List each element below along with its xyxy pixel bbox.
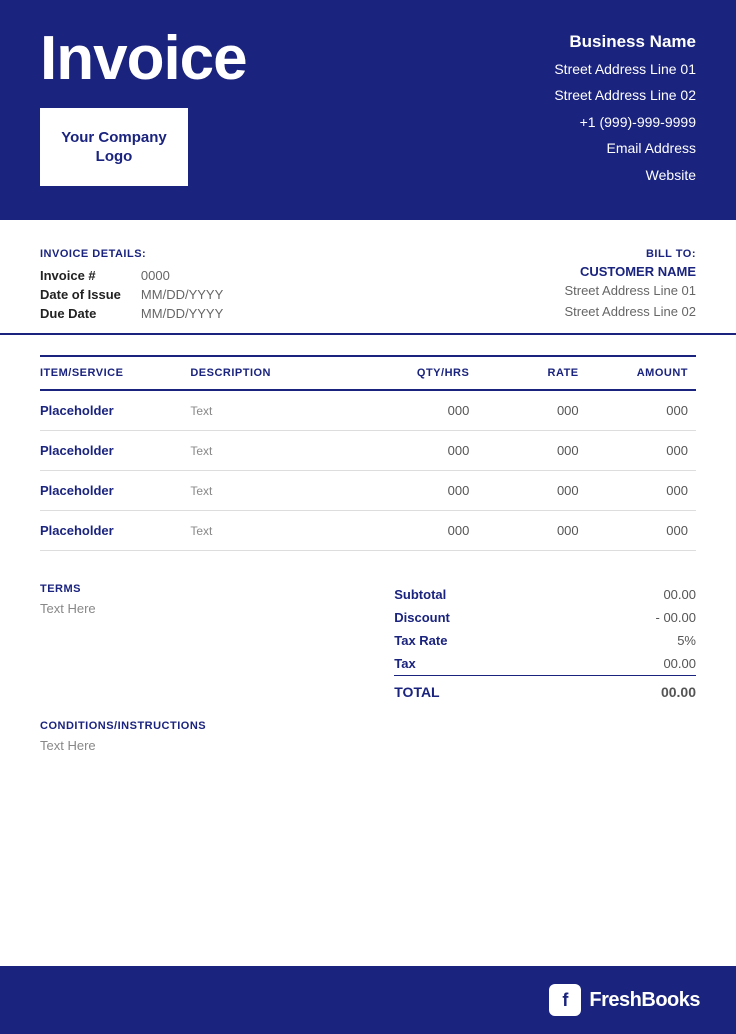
table-row: Placeholder Text 000 000 000 [40, 390, 696, 431]
item-amount-2: 000 [587, 471, 696, 511]
col-amount: AMOUNT [587, 356, 696, 390]
customer-address-2: Street Address Line 02 [564, 302, 696, 323]
discount-value: - 00.00 [569, 606, 696, 629]
item-qty-2: 000 [368, 471, 477, 511]
tax-label: Tax [394, 652, 569, 676]
item-desc-1: Text [190, 431, 368, 471]
totals-table: Subtotal 00.00 Discount - 00.00 Tax Rate… [394, 583, 696, 704]
terms-label: TERMS [40, 583, 329, 595]
item-name-0: Placeholder [40, 390, 190, 431]
item-rate-0: 000 [477, 390, 586, 431]
tax-value: 00.00 [569, 652, 696, 676]
taxrate-label: Tax Rate [394, 629, 569, 652]
due-date-value: MM/DD/YYYY [133, 304, 235, 323]
date-issue-row: Date of Issue MM/DD/YYYY [40, 285, 235, 304]
items-section: ITEM/SERVICE DESCRIPTION QTY/HRS RATE AM… [0, 345, 736, 551]
due-date-row: Due Date MM/DD/YYYY [40, 304, 235, 323]
col-desc: DESCRIPTION [190, 356, 368, 390]
customer-name: CUSTOMER NAME [564, 264, 696, 279]
subtotal-label: Subtotal [394, 583, 569, 606]
address-line1: Street Address Line 01 [554, 58, 696, 80]
item-desc-2: Text [190, 471, 368, 511]
date-issue-value: MM/DD/YYYY [133, 285, 235, 304]
conditions-section: CONDITIONS/INSTRUCTIONS Text Here [0, 720, 736, 773]
invoice-number-label: Invoice # [40, 266, 133, 285]
discount-label: Discount [394, 606, 569, 629]
item-amount-0: 000 [587, 390, 696, 431]
totals-section: Subtotal 00.00 Discount - 00.00 Tax Rate… [394, 583, 696, 704]
item-desc-0: Text [190, 390, 368, 431]
freshbooks-name: FreshBooks [589, 989, 700, 1012]
taxrate-row: Tax Rate 5% [394, 629, 696, 652]
freshbooks-f: f [562, 990, 568, 1011]
total-value: 00.00 [569, 676, 696, 705]
website: Website [554, 164, 696, 186]
phone: +1 (999)-999-9999 [554, 111, 696, 133]
customer-address-1: Street Address Line 01 [564, 281, 696, 302]
col-item: ITEM/SERVICE [40, 356, 190, 390]
conditions-text: Text Here [40, 738, 696, 753]
table-row: Placeholder Text 000 000 000 [40, 511, 696, 551]
freshbooks-icon: f [549, 984, 581, 1016]
info-section: INVOICE DETAILS: Invoice # 0000 Date of … [0, 220, 736, 335]
item-amount-3: 000 [587, 511, 696, 551]
business-name: Business Name [554, 32, 696, 52]
item-qty-3: 000 [368, 511, 477, 551]
header-left: Invoice Your Company Logo [40, 28, 247, 186]
col-rate: RATE [477, 356, 586, 390]
conditions-label: CONDITIONS/INSTRUCTIONS [40, 720, 696, 732]
tax-row: Tax 00.00 [394, 652, 696, 676]
item-name-3: Placeholder [40, 511, 190, 551]
footer: f FreshBooks [0, 966, 736, 1034]
item-name-1: Placeholder [40, 431, 190, 471]
invoice-number-value: 0000 [133, 266, 235, 285]
due-date-label: Due Date [40, 304, 133, 323]
bottom-section: TERMS Text Here Subtotal 00.00 Discount … [0, 559, 736, 720]
invoice-details: INVOICE DETAILS: Invoice # 0000 Date of … [40, 248, 235, 323]
item-rate-3: 000 [477, 511, 586, 551]
item-qty-0: 000 [368, 390, 477, 431]
item-rate-1: 000 [477, 431, 586, 471]
col-qty: QTY/HRS [368, 356, 477, 390]
discount-row: Discount - 00.00 [394, 606, 696, 629]
subtotal-row: Subtotal 00.00 [394, 583, 696, 606]
item-qty-1: 000 [368, 431, 477, 471]
logo-text: Your Company Logo [42, 128, 186, 167]
item-amount-1: 000 [587, 431, 696, 471]
email: Email Address [554, 137, 696, 159]
header: Invoice Your Company Logo Business Name … [0, 0, 736, 220]
item-desc-3: Text [190, 511, 368, 551]
total-label: TOTAL [394, 676, 569, 705]
items-table: ITEM/SERVICE DESCRIPTION QTY/HRS RATE AM… [40, 355, 696, 551]
invoice-title: Invoice [40, 28, 247, 90]
bill-to-label: BILL TO: [564, 248, 696, 260]
invoice-details-label: INVOICE DETAILS: [40, 248, 235, 260]
header-right: Business Name Street Address Line 01 Str… [554, 28, 696, 186]
table-row: Placeholder Text 000 000 000 [40, 431, 696, 471]
date-issue-label: Date of Issue [40, 285, 133, 304]
subtotal-value: 00.00 [569, 583, 696, 606]
logo-box: Your Company Logo [40, 108, 188, 186]
item-rate-2: 000 [477, 471, 586, 511]
terms-section: TERMS Text Here [40, 583, 329, 616]
invoice-number-row: Invoice # 0000 [40, 266, 235, 285]
taxrate-value: 5% [569, 629, 696, 652]
terms-text: Text Here [40, 601, 329, 616]
item-name-2: Placeholder [40, 471, 190, 511]
table-row: Placeholder Text 000 000 000 [40, 471, 696, 511]
freshbooks-logo: f FreshBooks [549, 984, 700, 1016]
total-row: TOTAL 00.00 [394, 676, 696, 705]
bill-to: BILL TO: CUSTOMER NAME Street Address Li… [564, 248, 696, 323]
address-line2: Street Address Line 02 [554, 84, 696, 106]
